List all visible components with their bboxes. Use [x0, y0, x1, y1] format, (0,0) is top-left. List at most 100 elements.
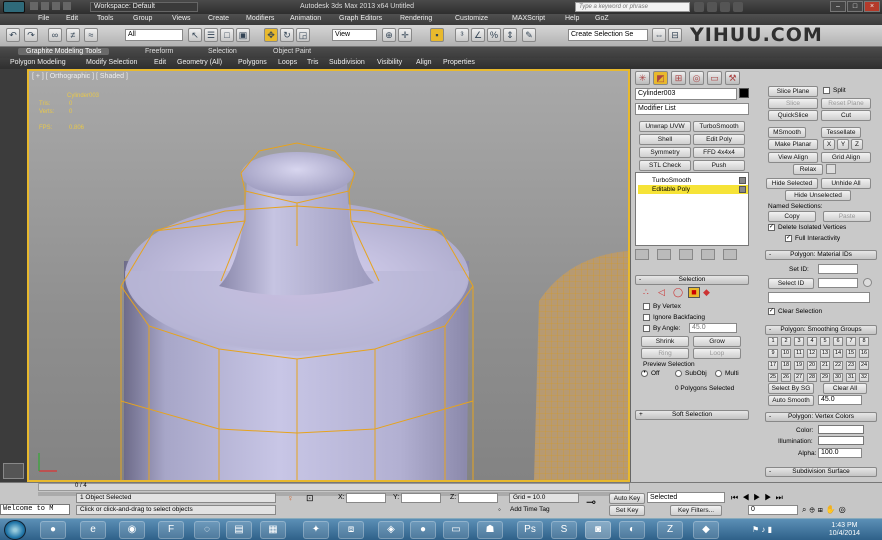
play-icon[interactable]: ▶ — [753, 493, 764, 502]
dropbox-icon[interactable]: ⧈ — [338, 521, 364, 539]
add-time-tag[interactable]: Add Time Tag — [510, 506, 550, 513]
motion-tab-icon[interactable]: ◎ — [689, 71, 704, 85]
modifier-list-dropdown[interactable]: Modifier List — [635, 103, 749, 115]
element-icon[interactable]: ◆ — [703, 287, 715, 298]
illumination-swatch[interactable] — [818, 436, 864, 445]
smoothing-group-button[interactable]: 28 — [807, 373, 817, 382]
snaps-toggle-icon[interactable]: ³ — [455, 28, 469, 42]
planar-y-button[interactable]: Y — [837, 139, 849, 150]
workspace-dropdown[interactable]: Workspace: Default — [90, 2, 198, 12]
current-frame-field[interactable]: 0 — [748, 505, 798, 515]
y-coordinate-field[interactable] — [401, 493, 441, 503]
zoom-all-icon[interactable]: ⊕ — [809, 505, 817, 514]
app-icon[interactable]: ✦ — [303, 521, 329, 539]
orbit-icon[interactable]: ◎ — [839, 505, 849, 514]
window-icon[interactable]: ▭ — [443, 521, 469, 539]
filezilla-icon[interactable]: F — [158, 521, 184, 539]
hierarchy-tab-icon[interactable]: ⊞ — [671, 71, 686, 85]
ribbon-tris[interactable]: Tris — [307, 59, 318, 66]
edit-named-selection-icon[interactable]: ✎ — [522, 28, 536, 42]
auto-key-button[interactable]: Auto Key — [609, 493, 645, 504]
smoothing-group-button[interactable]: 26 — [781, 373, 791, 382]
quickslice-button[interactable]: QuickSlice — [768, 110, 818, 121]
ribbon-modify-selection[interactable]: Modify Selection — [86, 59, 137, 66]
remove-modifier-icon[interactable] — [701, 249, 715, 260]
clear-all-button[interactable]: Clear All — [823, 383, 867, 394]
loop-button[interactable]: Loop — [693, 348, 741, 359]
next-frame-icon[interactable]: ▶ — [764, 493, 775, 502]
ribbon-geometry-all[interactable]: Geometry (All) — [177, 59, 222, 66]
app-logo-icon[interactable] — [3, 1, 25, 13]
hide-unselected-button[interactable]: Hide Unselected — [785, 190, 851, 201]
time-slider[interactable]: 0 / 4 — [38, 483, 630, 491]
subdivision-surface-rollout-header[interactable]: - Subdivision Surface — [765, 467, 877, 477]
link-icon[interactable]: ∞ — [48, 28, 62, 42]
border-icon[interactable]: ◯ — [673, 287, 685, 298]
rect-region-icon[interactable]: □ — [220, 28, 234, 42]
tab-freeform[interactable]: Freeform — [145, 48, 173, 55]
smoothing-group-button[interactable]: 9 — [768, 349, 778, 358]
selection-rollout-header[interactable]: - Selection — [635, 275, 749, 285]
auto-smooth-button[interactable]: Auto Smooth — [768, 395, 814, 406]
planar-z-button[interactable]: Z — [851, 139, 863, 150]
network-icon[interactable]: ◌ — [194, 521, 220, 539]
tessellate-button[interactable]: Tessellate — [821, 127, 861, 138]
tab-object-paint[interactable]: Object Paint — [273, 48, 311, 55]
search-input[interactable]: Type a keyword or phrase — [575, 2, 690, 12]
menu-rendering[interactable]: Rendering — [400, 15, 432, 22]
vertex-colors-rollout-header[interactable]: - Polygon: Vertex Colors — [765, 412, 877, 422]
maximize-button[interactable]: □ — [847, 1, 863, 12]
open-icon[interactable] — [41, 2, 49, 10]
slice-button[interactable]: Slice — [768, 98, 818, 109]
firefox-icon[interactable]: ● — [40, 521, 66, 539]
menu-maxscript[interactable]: MAXScript — [512, 15, 545, 22]
vertex-color-swatch[interactable] — [818, 425, 864, 434]
select-object-icon[interactable]: ↖ — [188, 28, 202, 42]
full-interactivity-checkbox[interactable]: ✓ Full Interactivity — [785, 234, 840, 243]
configure-sets-icon[interactable] — [723, 249, 737, 260]
smoothing-group-button[interactable]: 2 — [781, 337, 791, 346]
smoothing-group-button[interactable]: 6 — [833, 337, 843, 346]
select-scale-icon[interactable]: ◲ — [296, 28, 310, 42]
select-id-spinner[interactable] — [818, 278, 858, 288]
paste-button[interactable]: Paste — [823, 211, 871, 222]
keyboard-shortcut-icon[interactable]: ▪ — [430, 28, 444, 42]
spinner-snap-icon[interactable]: ⇕ — [503, 28, 517, 42]
ribbon-properties[interactable]: Properties — [443, 59, 475, 66]
set-key-button[interactable]: Set Key — [609, 505, 645, 516]
turbosmooth-button[interactable]: TurboSmooth — [693, 121, 745, 132]
auto-smooth-spinner[interactable]: 45.0 — [818, 395, 862, 405]
minimize-button[interactable]: – — [830, 1, 846, 12]
set-id-spinner[interactable] — [818, 264, 858, 274]
tab-graphite-modeling-tools[interactable]: Graphite Modeling Tools — [18, 48, 110, 55]
make-planar-button[interactable]: Make Planar — [768, 139, 818, 150]
material-name-dropdown[interactable] — [768, 292, 870, 303]
select-id-cursor-icon[interactable] — [863, 278, 872, 287]
select-id-button[interactable]: Select ID — [768, 278, 814, 289]
smoothing-group-button[interactable]: 27 — [794, 373, 804, 382]
relax-button[interactable]: Relax — [793, 164, 823, 175]
selection-filter-dropdown[interactable]: All — [125, 29, 183, 41]
stack-item-editable-poly[interactable]: Editable Poly — [638, 185, 748, 194]
vertex-icon[interactable]: ∴ — [643, 287, 655, 298]
quick-access-toolbar[interactable] — [30, 2, 85, 12]
maxscript-listener[interactable]: Welcome to M — [0, 504, 70, 515]
align-icon[interactable]: ⊟ — [668, 28, 682, 42]
help-icon[interactable] — [733, 2, 743, 12]
smoothing-group-button[interactable]: 17 — [768, 361, 778, 370]
prev-frame-icon[interactable]: ◀ — [742, 493, 753, 502]
smoothing-group-button[interactable]: 13 — [820, 349, 830, 358]
smoothing-group-button[interactable]: 32 — [859, 373, 869, 382]
reset-plane-button[interactable]: Reset Plane — [821, 98, 871, 109]
zoom-extents-icon[interactable]: ⊞ — [818, 505, 826, 514]
absolute-mode-icon[interactable]: ⊡ — [306, 493, 314, 504]
goto-end-icon[interactable]: ⏭ — [776, 493, 787, 502]
reference-coordinate-dropdown[interactable]: View — [332, 29, 377, 41]
menu-file[interactable]: File — [38, 15, 49, 22]
modify-tab-icon[interactable]: ◩ — [653, 71, 668, 85]
smoothing-group-button[interactable]: 1 — [768, 337, 778, 346]
clock[interactable]: 1:43 PM 10/4/2014 — [829, 522, 860, 538]
smoothing-group-button[interactable]: 14 — [833, 349, 843, 358]
edit-poly-button[interactable]: Edit Poly — [693, 134, 745, 145]
menu-graph-editors[interactable]: Graph Editors — [339, 15, 382, 22]
